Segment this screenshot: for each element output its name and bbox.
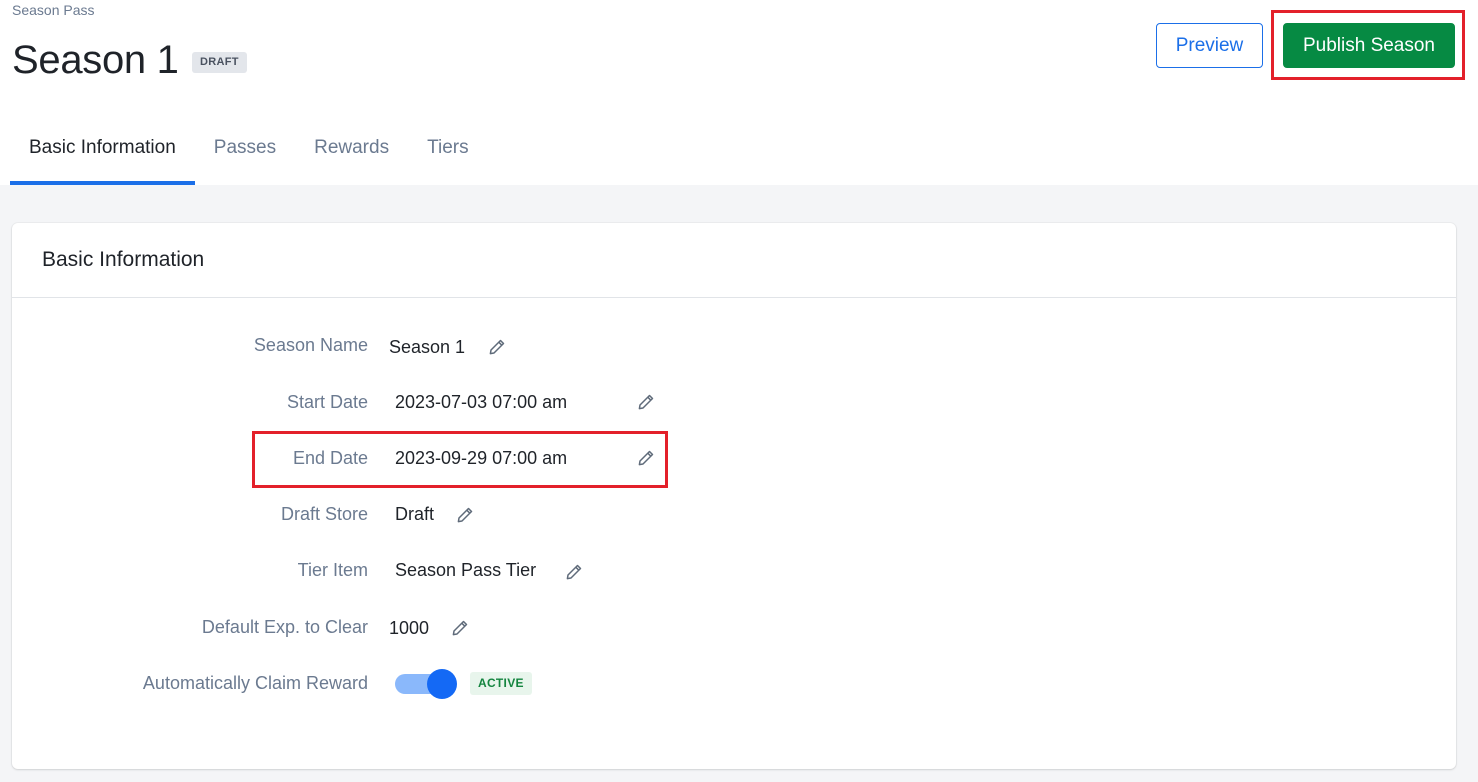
season-name-label: Season Name (253, 335, 368, 355)
tier-item-label: Tier Item (297, 560, 368, 580)
pencil-icon[interactable] (487, 337, 507, 357)
start-date-label: Start Date (286, 392, 368, 412)
page-header: Season Pass Season 1 DRAFT Preview Publi… (0, 0, 1478, 185)
end-date-value: 2023-09-29 07:00 am (395, 448, 568, 468)
pencil-icon[interactable] (564, 562, 584, 582)
tab-basic-information[interactable]: Basic Information (10, 124, 195, 185)
preview-button[interactable]: Preview (1156, 23, 1263, 68)
auto-claim-label: Automatically Claim Reward (142, 673, 368, 693)
draft-store-value: Draft (395, 504, 435, 524)
tier-item-value: Season Pass Tier (395, 560, 537, 580)
card-title: Basic Information (42, 248, 205, 271)
end-date-label: End Date (292, 448, 368, 468)
toggle-knob (427, 669, 457, 699)
publish-season-button[interactable]: Publish Season (1283, 23, 1455, 68)
pencil-icon[interactable] (455, 505, 475, 525)
tab-rewards[interactable]: Rewards (295, 124, 408, 185)
tab-bar: Basic Information Passes Rewards Tiers (10, 124, 488, 185)
page-title: Season 1 (12, 38, 179, 82)
draft-store-label: Draft Store (280, 504, 368, 524)
card-header: Basic Information (12, 223, 1456, 298)
breadcrumb[interactable]: Season Pass (12, 2, 95, 18)
status-badge: DRAFT (192, 52, 247, 73)
tab-tiers[interactable]: Tiers (408, 124, 488, 185)
default-exp-value: 1000 (389, 618, 430, 638)
pencil-icon[interactable] (450, 618, 470, 638)
active-status-badge: ACTIVE (470, 672, 532, 695)
default-exp-label: Default Exp. to Clear (201, 617, 368, 637)
season-name-value: Season 1 (389, 337, 466, 357)
pencil-icon[interactable] (636, 392, 656, 412)
tab-passes[interactable]: Passes (195, 124, 295, 185)
auto-claim-toggle[interactable] (395, 669, 457, 699)
start-date-value: 2023-07-03 07:00 am (395, 392, 568, 412)
pencil-icon[interactable] (636, 448, 656, 468)
